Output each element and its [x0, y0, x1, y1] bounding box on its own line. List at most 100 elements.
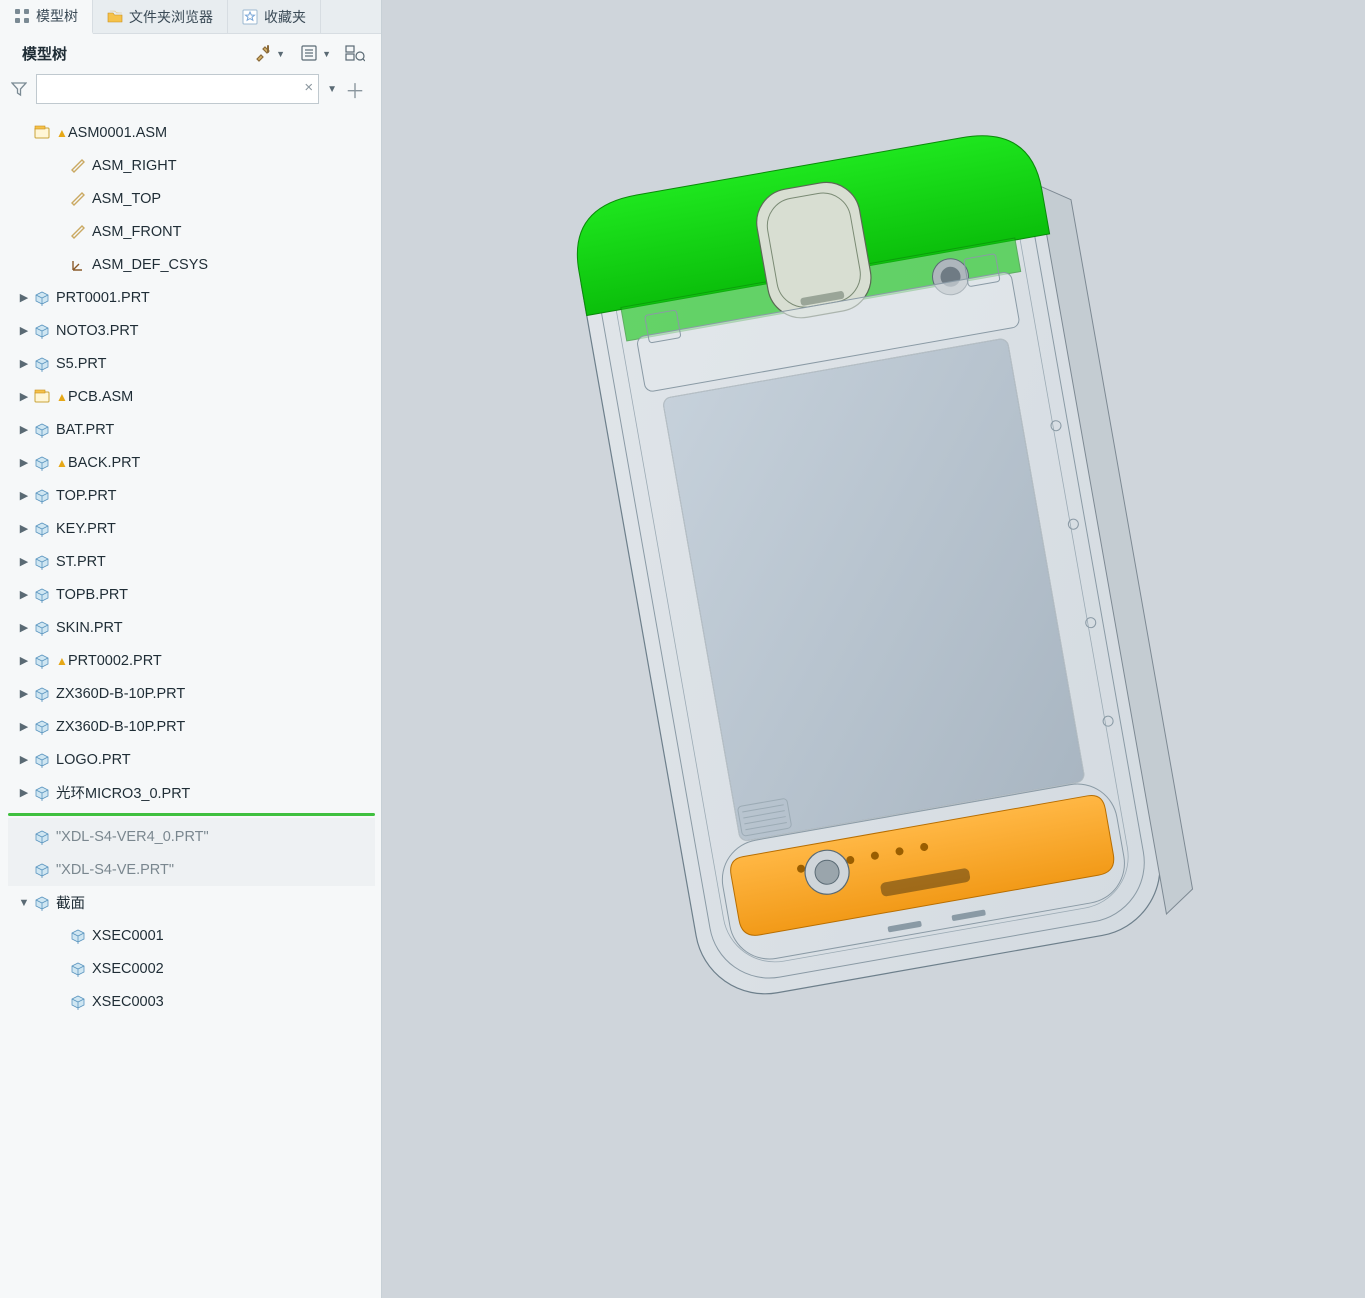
tree-node[interactable]: ▶PRT0001.PRT	[8, 281, 375, 314]
tree-node-label: ASM_TOP	[92, 191, 161, 207]
tab-label: 模型树	[36, 6, 78, 26]
tree-root[interactable]: ▶ ▲ ASM0001.ASM	[8, 116, 375, 149]
tree-icon	[14, 8, 30, 24]
tab-folder-browser[interactable]: 文件夹浏览器	[93, 0, 228, 33]
3d-viewport[interactable]	[382, 0, 1365, 1298]
tree-toolbar: ▼ ▼	[251, 42, 367, 64]
section-group-icon	[32, 893, 52, 913]
tab-model-tree[interactable]: 模型树	[0, 0, 93, 34]
tree-node[interactable]: ▶LOGO.PRT	[8, 743, 375, 776]
tools-button[interactable]: ▼	[251, 42, 275, 64]
tree-node-label: TOPB.PRT	[56, 587, 128, 603]
expander-icon[interactable]: ▶	[16, 687, 32, 700]
tree-node[interactable]: ▶XSEC0002	[8, 952, 375, 985]
expander-icon[interactable]: ▶	[16, 522, 32, 535]
tree-node-label: SKIN.PRT	[56, 620, 123, 636]
expander-icon[interactable]: ▶	[16, 357, 32, 370]
expander-icon[interactable]: ▶	[16, 489, 32, 502]
warning-icon: ▲	[56, 456, 68, 470]
expander-icon[interactable]: ▶	[16, 456, 32, 469]
tree-node[interactable]: ▶ TOP.PRT	[8, 479, 375, 512]
tree-node-label: ZX360D-B-10P.PRT	[56, 686, 185, 702]
section-title: 模型树	[22, 43, 67, 64]
clear-search-icon[interactable]: ×	[304, 79, 313, 96]
insert-separator[interactable]	[8, 813, 375, 816]
sec-icon	[68, 992, 88, 1012]
tree-node-label: 截面	[56, 892, 85, 913]
expander-icon[interactable]: ▶	[16, 621, 32, 634]
sec-icon	[68, 926, 88, 946]
prt-icon	[32, 552, 52, 572]
assembly-icon	[32, 123, 52, 143]
filter-icon[interactable]	[10, 80, 28, 98]
suppressed-group: ▶XDL-S4-VER4_0.PRT▶XDL-S4-VE.PRT	[8, 818, 375, 886]
expander-icon[interactable]: ▼	[16, 897, 32, 909]
expander-icon[interactable]: ▶	[16, 786, 32, 799]
prt-icon	[32, 486, 52, 506]
expander-icon[interactable]: ▶	[16, 555, 32, 568]
caret-down-icon: ▼	[276, 49, 285, 59]
tree-node[interactable]: ▶NOTO3.PRT	[8, 314, 375, 347]
prt-icon	[32, 684, 52, 704]
list-options-button[interactable]: ▼	[297, 42, 321, 64]
expander-icon[interactable]: ▶	[16, 390, 32, 403]
expander-icon[interactable]: ▶	[16, 720, 32, 733]
section-header: 模型树 ▼ ▼	[0, 34, 381, 70]
model-tree: ▶ ▲ ASM0001.ASM ▶ASM_RIGHT▶ASM_TOP▶ASM_F…	[0, 114, 381, 1298]
expander-icon[interactable]: ▶	[16, 753, 32, 766]
search-menu-button[interactable]: ▼	[327, 84, 337, 95]
sec-icon	[68, 959, 88, 979]
warning-icon: ▲	[56, 390, 68, 404]
tree-node-label: TOP.PRT	[56, 488, 116, 504]
expander-icon[interactable]: ▶	[16, 324, 32, 337]
star-icon	[242, 9, 258, 25]
tree-node[interactable]: ▶▲PRT0002.PRT	[8, 644, 375, 677]
tree-node-label: ST.PRT	[56, 554, 106, 570]
prt-icon	[32, 860, 52, 880]
show-hide-button[interactable]	[343, 42, 367, 64]
tree-node[interactable]: ▶ASM_TOP	[8, 182, 375, 215]
prt-icon	[32, 585, 52, 605]
tree-node[interactable]: ▶KEY.PRT	[8, 512, 375, 545]
expander-icon[interactable]: ▶	[16, 654, 32, 667]
tree-node[interactable]: ▶BAT.PRT	[8, 413, 375, 446]
tree-node[interactable]: ▶XSEC0001	[8, 919, 375, 952]
tree-node-label: ASM_FRONT	[92, 224, 181, 240]
tree-node[interactable]: ▶ASM_RIGHT	[8, 149, 375, 182]
tree-node[interactable]: ▶ 光环MICRO3_0.PRT	[8, 776, 375, 809]
sidebar-tabs: 模型树 文件夹浏览器 收藏夹	[0, 0, 381, 34]
expander-icon[interactable]: ▶	[16, 423, 32, 436]
search-field-wrapper: ×	[36, 74, 319, 104]
tree-node[interactable]: ▶ASM_FRONT	[8, 215, 375, 248]
tree-node-label: XDL-S4-VER4_0.PRT	[56, 829, 209, 845]
tree-node[interactable]: ▶XSEC0003	[8, 985, 375, 1018]
expander-icon[interactable]: ▶	[16, 291, 32, 304]
tree-node[interactable]: ▶ ST.PRT	[8, 545, 375, 578]
tree-node-label: 光环MICRO3_0.PRT	[56, 782, 190, 803]
tree-node[interactable]: ▶▲PCB.ASM	[8, 380, 375, 413]
warning-icon: ▲	[56, 654, 68, 668]
prt-icon	[32, 651, 52, 671]
expander-icon[interactable]: ▶	[16, 588, 32, 601]
tree-node[interactable]: ▶ ZX360D-B-10P.PRT	[8, 677, 375, 710]
plane-icon	[68, 156, 88, 176]
prt-icon	[32, 420, 52, 440]
tree-node[interactable]: ▶ ▲BACK.PRT	[8, 446, 375, 479]
tab-favorites[interactable]: 收藏夹	[228, 0, 321, 33]
tree-node-label: BACK.PRT	[68, 455, 140, 471]
tree-node-label: ASM_DEF_CSYS	[92, 257, 208, 273]
tree-node[interactable]: ▶ZX360D-B-10P.PRT	[8, 710, 375, 743]
search-row: × ▼ ＋	[0, 70, 381, 114]
tree-node[interactable]: ▶ASM_DEF_CSYS	[8, 248, 375, 281]
tree-node[interactable]: ▶ SKIN.PRT	[8, 611, 375, 644]
add-button[interactable]: ＋	[345, 75, 365, 104]
tree-node[interactable]: ▶XDL-S4-VE.PRT	[8, 853, 375, 886]
tree-sections-group[interactable]: ▼ 截面	[8, 886, 375, 919]
tree-node[interactable]: ▶XDL-S4-VER4_0.PRT	[8, 820, 375, 853]
tree-node-label: XSEC0001	[92, 928, 164, 944]
prt-icon	[32, 618, 52, 638]
search-input[interactable]	[36, 74, 319, 104]
tree-node[interactable]: ▶S5.PRT	[8, 347, 375, 380]
prt-icon	[32, 750, 52, 770]
tree-node[interactable]: ▶ TOPB.PRT	[8, 578, 375, 611]
